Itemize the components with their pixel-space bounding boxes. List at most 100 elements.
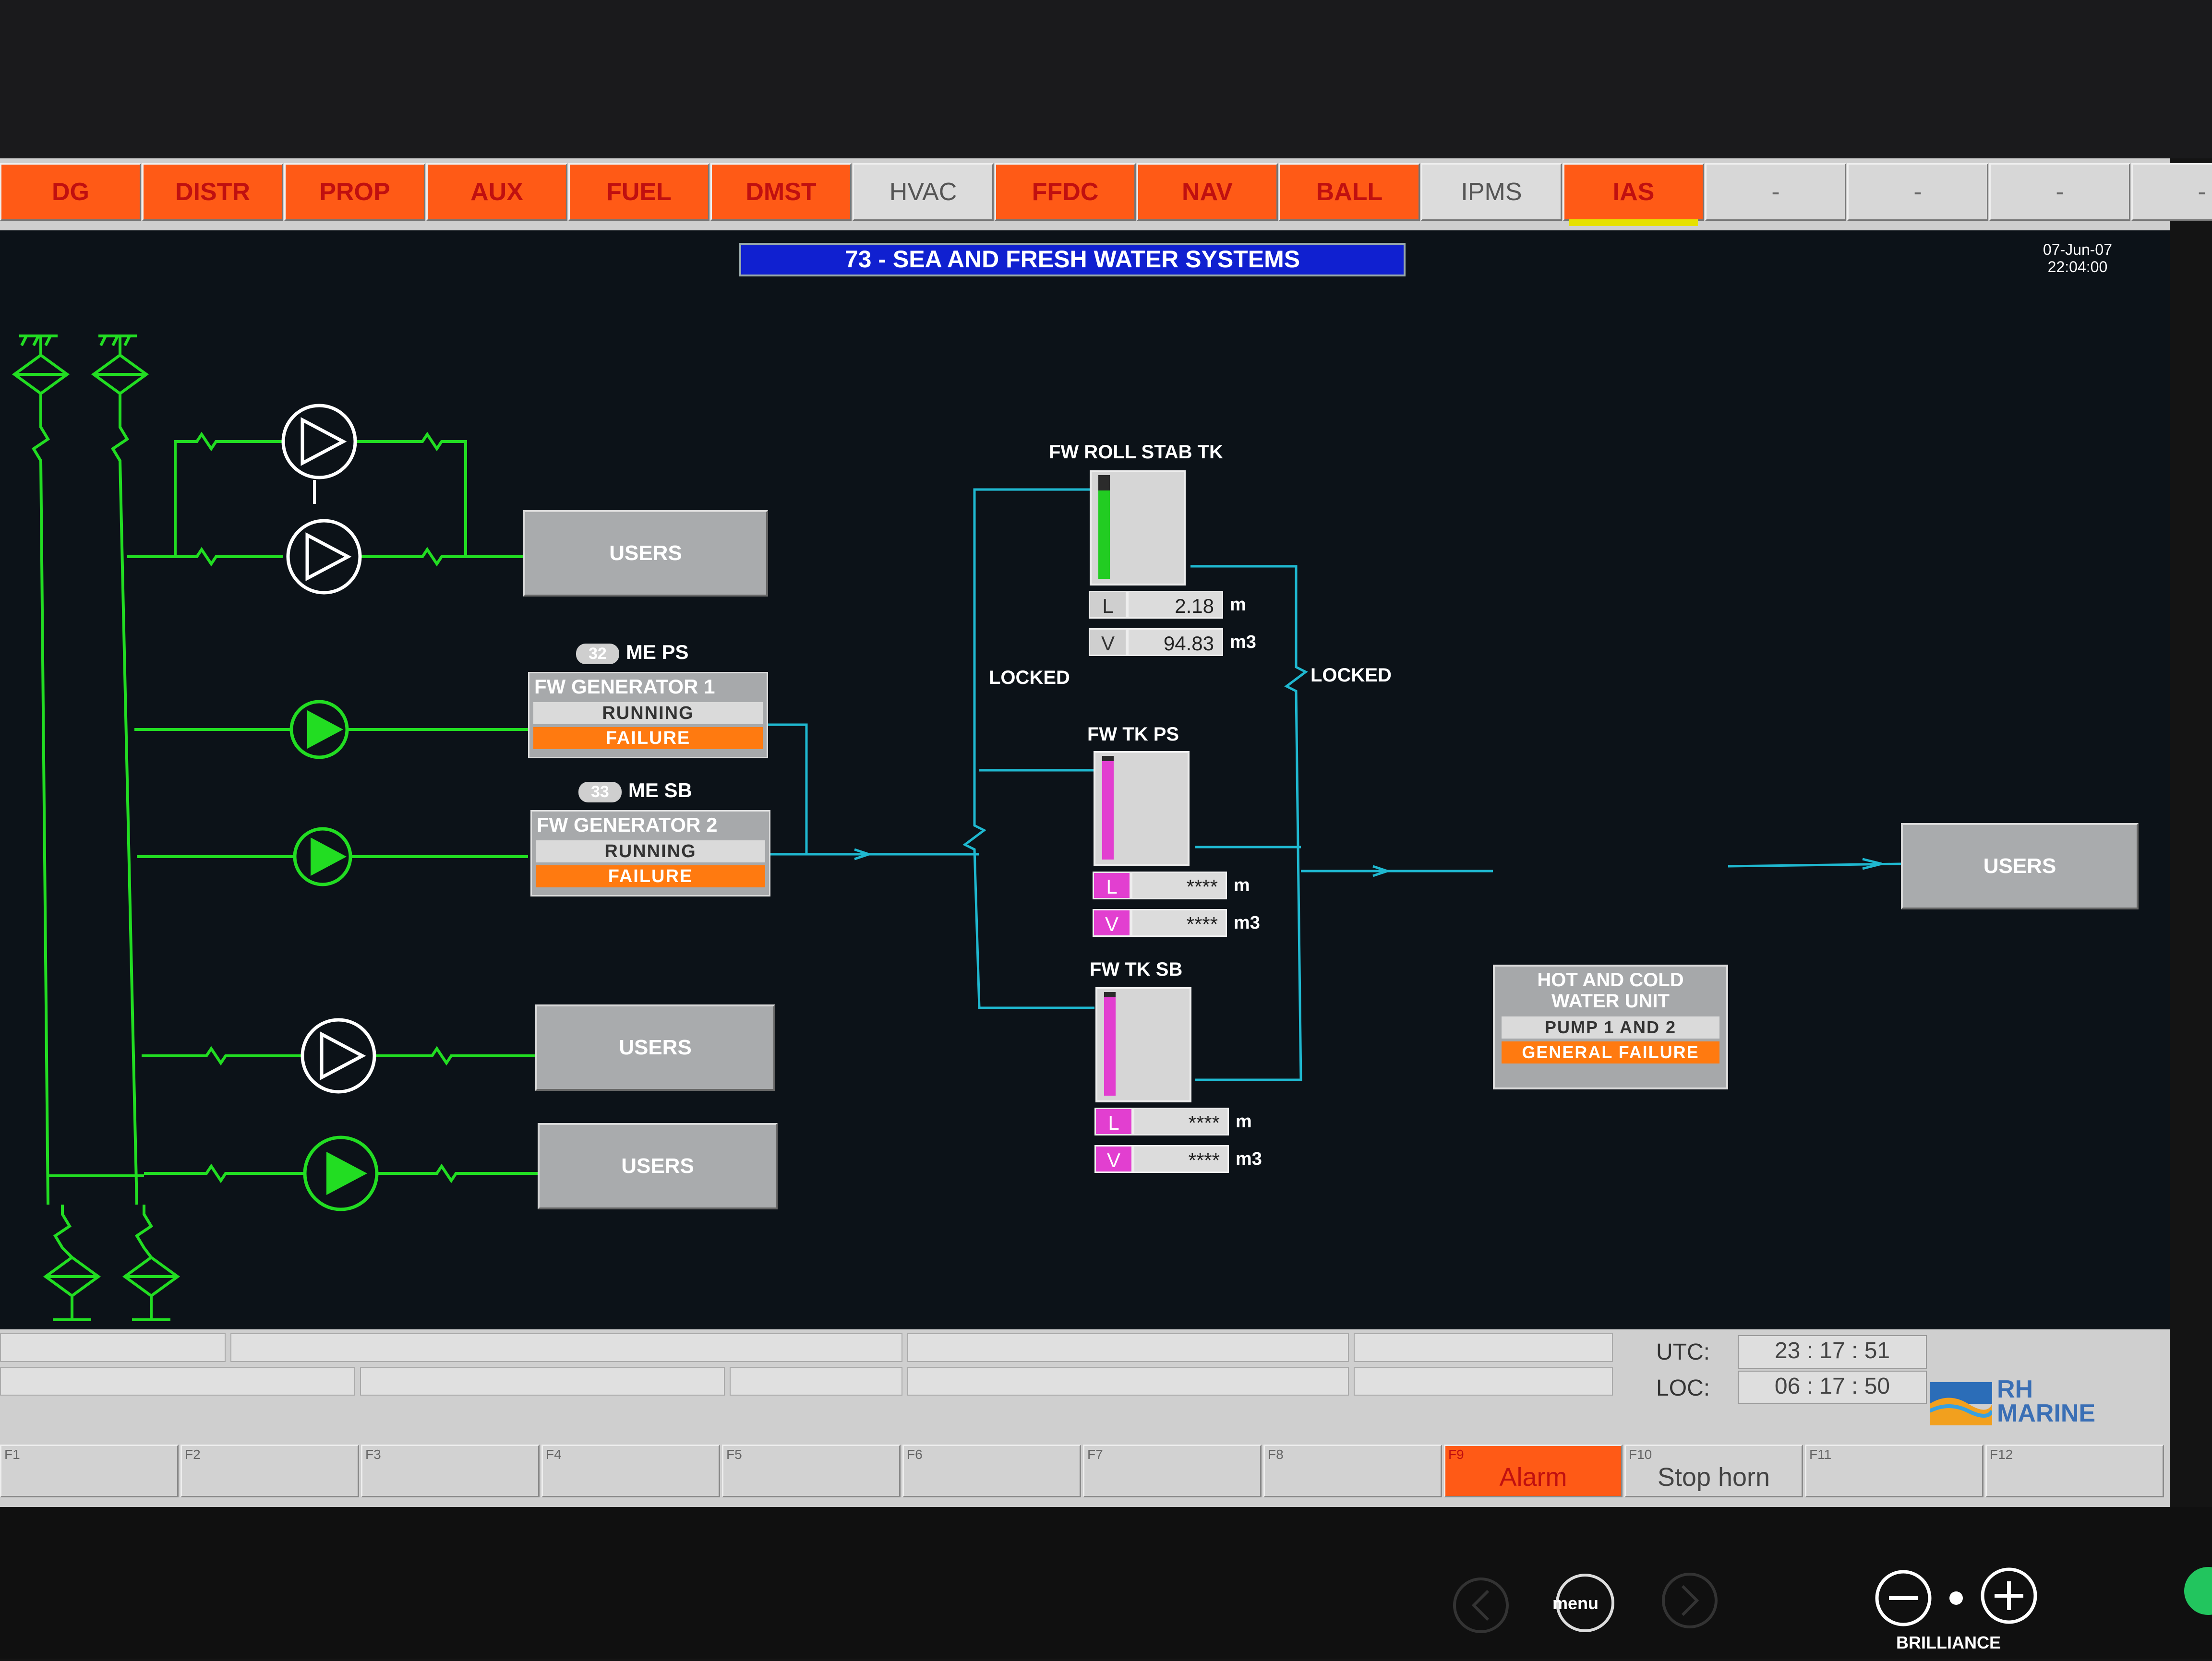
hcw-alarm: GENERAL FAILURE bbox=[1502, 1041, 1719, 1064]
pump-5-icon[interactable] bbox=[301, 1018, 376, 1094]
fkey-f9[interactable]: F9 Alarm bbox=[1444, 1445, 1623, 1497]
pump-4-icon[interactable] bbox=[293, 827, 352, 886]
fkey-number: F10 bbox=[1629, 1447, 1652, 1462]
bottom-status-bar: UTC: 23 : 17 : 51 LOC: 06 : 17 : 50 RH M… bbox=[0, 1329, 2170, 1507]
tank-fw-sb-level-row: L **** m bbox=[1094, 1107, 1252, 1136]
tank-fw-sb-volume-row: V **** m3 bbox=[1094, 1145, 1262, 1173]
message-cell bbox=[730, 1367, 902, 1396]
level-unit: m bbox=[1234, 875, 1250, 896]
level-key: L bbox=[1093, 872, 1131, 899]
fkey-f12[interactable]: F12 bbox=[1985, 1445, 2164, 1497]
pump-2-icon[interactable] bbox=[286, 519, 362, 595]
fw-generator-1[interactable]: FW GENERATOR 1 RUNNING FAILURE bbox=[528, 672, 768, 758]
tank-roll-stab-title: FW ROLL STAB TK bbox=[1049, 442, 1223, 463]
fkey-number: F9 bbox=[1448, 1447, 1464, 1462]
fkey-f5[interactable]: F5 bbox=[722, 1445, 901, 1497]
fkey-f7[interactable]: F7 bbox=[1083, 1445, 1262, 1497]
gen1-tag-label: ME PS bbox=[625, 641, 689, 663]
tank-fw-sb[interactable] bbox=[1095, 987, 1191, 1102]
users-box-1[interactable]: USERS bbox=[523, 510, 768, 597]
brilliance-plus-icon[interactable] bbox=[1981, 1567, 2037, 1624]
ias-screen: DG DISTR PROP AUX FUEL DMST HVAC FFDC NAV BALL IPM… bbox=[0, 158, 2212, 1507]
loc-label: LOC: bbox=[1656, 1375, 1710, 1401]
brand-line2: MARINE bbox=[1997, 1399, 2096, 1427]
fkey-number: F5 bbox=[726, 1447, 742, 1462]
message-cell bbox=[907, 1367, 1349, 1396]
tank-fw-ps[interactable] bbox=[1094, 751, 1190, 866]
tank-fw-ps-volume-row: V **** m3 bbox=[1093, 908, 1260, 937]
volume-key: V bbox=[1094, 1145, 1133, 1173]
fkey-number: F4 bbox=[546, 1447, 562, 1462]
brand-line1: RH bbox=[1997, 1375, 2033, 1403]
brand-text: RH MARINE bbox=[1997, 1375, 2096, 1427]
volume-key: V bbox=[1089, 628, 1127, 656]
level-value: **** bbox=[1131, 872, 1227, 899]
brilliance-minus-icon[interactable] bbox=[1875, 1570, 1932, 1626]
pump-1-icon[interactable] bbox=[281, 404, 357, 504]
users-box-3[interactable]: USERS bbox=[538, 1123, 778, 1209]
fkey-number: F11 bbox=[1809, 1447, 1832, 1462]
tank-fw-ps-title: FW TK PS bbox=[1087, 724, 1179, 745]
menu-button-label: menu bbox=[1552, 1593, 1599, 1613]
hcw-status: PUMP 1 AND 2 bbox=[1502, 1016, 1719, 1039]
fkey-number: F3 bbox=[365, 1447, 381, 1462]
fkey-f3[interactable]: F3 bbox=[361, 1445, 540, 1497]
tank-fw-ps-level-row: L **** m bbox=[1093, 871, 1250, 900]
users-box-4[interactable]: USERS bbox=[1901, 823, 2139, 909]
message-cell bbox=[907, 1333, 1349, 1362]
fkey-f1[interactable]: F1 bbox=[0, 1445, 179, 1497]
level-value: 2.18 bbox=[1127, 591, 1223, 619]
message-cell bbox=[0, 1333, 226, 1362]
tank-fw-sb-level bbox=[1104, 997, 1116, 1096]
fkey-f10[interactable]: F10 Stop horn bbox=[1624, 1445, 1803, 1497]
fkey-f8[interactable]: F8 bbox=[1263, 1445, 1442, 1497]
pump-3-icon[interactable] bbox=[289, 700, 349, 759]
function-key-bar: F1 F2 F3 F4 F5 F6 F7 F8 F9 Alarm F10 Stop horn F11 F1… bbox=[0, 1445, 2164, 1502]
sea-chest-bottom-1 bbox=[43, 1205, 101, 1321]
sea-chest-top-2 bbox=[91, 335, 149, 395]
forward-icon[interactable] bbox=[1662, 1573, 1718, 1628]
volume-value: **** bbox=[1131, 909, 1227, 937]
gen1-alarm: FAILURE bbox=[533, 727, 763, 749]
users-box-2[interactable]: USERS bbox=[535, 1004, 775, 1091]
tank-roll-stab[interactable] bbox=[1090, 470, 1186, 586]
message-cell bbox=[1354, 1367, 1613, 1396]
tank-roll-stab-level-row: L 2.18 m bbox=[1089, 590, 1246, 619]
fkey-number: F1 bbox=[4, 1447, 20, 1462]
fkey-label: Stop horn bbox=[1657, 1463, 1770, 1492]
level-unit: m bbox=[1236, 1111, 1252, 1132]
level-key: L bbox=[1094, 1108, 1133, 1135]
gen1-status: RUNNING bbox=[533, 702, 763, 724]
gen2-tag-number: 33 bbox=[578, 782, 622, 802]
gen2-name: FW GENERATOR 2 bbox=[537, 813, 718, 836]
utc-clock: 23 : 17 : 51 bbox=[1738, 1335, 1927, 1369]
utc-label: UTC: bbox=[1656, 1339, 1710, 1365]
message-cell bbox=[1354, 1333, 1613, 1362]
volume-unit: m3 bbox=[1230, 632, 1256, 652]
pump-6-icon[interactable] bbox=[303, 1135, 379, 1211]
monitor-bezel-bottom: menu BRILLIANCE bbox=[0, 1507, 2212, 1659]
power-button-icon[interactable] bbox=[2184, 1567, 2212, 1615]
fkey-f11[interactable]: F11 bbox=[1805, 1445, 1984, 1497]
rh-marine-logo-mark bbox=[1930, 1382, 1992, 1425]
brilliance-label: BRILLIANCE bbox=[1896, 1633, 2001, 1652]
fkey-f4[interactable]: F4 bbox=[541, 1445, 720, 1497]
level-unit: m bbox=[1230, 594, 1246, 615]
back-icon[interactable] bbox=[1453, 1577, 1509, 1633]
hcw-name: HOT AND COLD WATER UNIT bbox=[1495, 967, 1726, 1012]
hot-cold-water-unit[interactable]: HOT AND COLD WATER UNIT PUMP 1 AND 2 GEN… bbox=[1493, 965, 1728, 1089]
monitor-controls bbox=[1453, 1567, 2212, 1633]
sea-chest-bottom-2 bbox=[122, 1205, 180, 1321]
loc-clock: 06 : 17 : 50 bbox=[1738, 1371, 1927, 1404]
fkey-f2[interactable]: F2 bbox=[180, 1445, 359, 1497]
fkey-f6[interactable]: F6 bbox=[902, 1445, 1081, 1497]
message-cell bbox=[230, 1333, 902, 1362]
volume-unit: m3 bbox=[1236, 1148, 1262, 1169]
volume-value: **** bbox=[1133, 1145, 1229, 1173]
rh-marine-logo: RH MARINE bbox=[1930, 1377, 2141, 1430]
fw-generator-2[interactable]: FW GENERATOR 2 RUNNING FAILURE bbox=[530, 810, 770, 896]
sea-main-1 bbox=[31, 394, 50, 1205]
hcw-name-line1: HOT AND COLD bbox=[1537, 969, 1684, 991]
monitor-bezel-top bbox=[0, 0, 2212, 158]
tank-roll-stab-level bbox=[1098, 490, 1110, 579]
